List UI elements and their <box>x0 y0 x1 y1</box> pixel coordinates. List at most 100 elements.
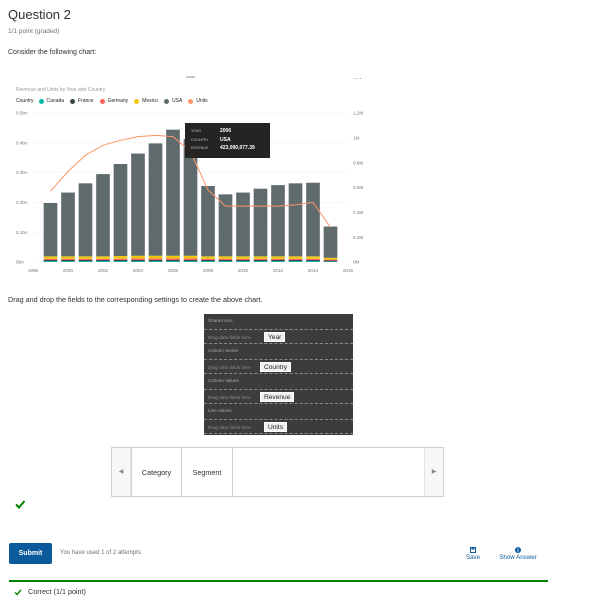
bar-segment-germany <box>96 258 110 260</box>
dropped-field-revenue[interactable]: Revenue <box>260 392 295 402</box>
legend-label: USA <box>172 98 183 104</box>
column-series-label: Column Series <box>208 348 239 353</box>
bar-segment-france <box>96 259 110 262</box>
bar-segment-mexico <box>271 256 285 259</box>
bar-segment-mexico <box>201 256 215 259</box>
show-answer-button[interactable]: Show Answer <box>493 547 543 561</box>
drop-zone-column-values[interactable]: Drag data fields here Revenue <box>204 389 353 404</box>
bar-segment-canada <box>306 261 320 262</box>
triangle-right-icon: ▶ <box>431 469 437 475</box>
dropped-field-country[interactable]: Country <box>260 362 292 372</box>
drop-zone-shared-axis[interactable]: Drag data fields here Year <box>204 329 353 344</box>
legend-item-germany[interactable]: Germany <box>99 98 129 104</box>
bar-segment-france <box>271 259 285 262</box>
drop-section-label: Column Series <box>204 344 353 359</box>
bar-segment-usa <box>43 202 58 257</box>
x-tick-label: 2010 <box>238 268 249 273</box>
x-tick-label: 2014 <box>308 268 319 273</box>
bar-segment-germany <box>183 258 198 260</box>
bar-segment-germany <box>166 258 180 260</box>
question-points: 1/1 point (graded) <box>8 28 60 35</box>
carousel-next-button[interactable]: ▶ <box>424 448 443 496</box>
bar-segment-germany <box>113 258 128 260</box>
submit-button[interactable]: Submit <box>9 543 52 564</box>
bar-segment-mexico <box>131 255 145 259</box>
checkmark-icon <box>14 588 22 596</box>
bar-segment-mexico <box>183 255 198 259</box>
bar-segment-usa <box>131 153 145 256</box>
bar-segment-germany <box>306 258 320 260</box>
bar-segment-germany <box>201 258 215 260</box>
bar-segment-france <box>288 259 303 262</box>
bar-segment-canada <box>61 261 75 262</box>
drag-handle-icon[interactable] <box>186 76 195 78</box>
bar-segment-germany <box>218 258 233 260</box>
question-title: Question 2 <box>8 7 71 22</box>
x-tick-label: 2000 <box>63 268 74 273</box>
save-icon <box>470 547 476 553</box>
drop-section-label: Line Values <box>204 404 353 419</box>
legend-item-france[interactable]: France <box>70 98 94 104</box>
bar-segment-usa <box>113 163 128 257</box>
drop-zone-line-values[interactable]: Drag data fields here Units <box>204 419 353 434</box>
y-left-tick-label: 0.1bn <box>16 230 28 235</box>
bar-segment-canada <box>113 261 128 262</box>
bar-segment-mexico <box>323 257 338 260</box>
drag-source-carousel: ◀ Category Segment ▶ <box>111 447 444 497</box>
dropped-field-units[interactable]: Units <box>264 422 288 432</box>
question-prompt: Consider the following chart: <box>8 49 97 56</box>
bar-segment-germany <box>43 258 58 260</box>
bar-segment-germany <box>148 258 163 260</box>
bar-segment-mexico <box>288 256 303 259</box>
result-status: Correct (1/1 point) <box>14 587 86 596</box>
bar-segment-mexico <box>113 256 128 259</box>
bar-segment-canada <box>78 261 93 262</box>
legend-item-mexico[interactable]: Mexico <box>134 98 158 104</box>
legend-item-usa[interactable]: USA <box>164 98 182 104</box>
drop-zone-column-series[interactable]: Drag data fields here Country <box>204 359 353 374</box>
bar-segment-mexico <box>253 256 268 259</box>
bar-segment-canada <box>43 261 58 262</box>
bar-segment-france <box>78 259 93 262</box>
legend-label: Germany <box>107 98 129 104</box>
draggable-field-category[interactable]: Category <box>131 448 182 496</box>
bar-segment-france <box>236 259 250 262</box>
chart-legend: Country Canada France Germany Mexico USA… <box>16 98 214 104</box>
drop-zone-hint: Drag data fields here <box>208 334 251 340</box>
bar-segment-canada <box>288 261 303 262</box>
y-right-tick-label: 1M <box>353 135 360 140</box>
tooltip-row-revenue: REVENUE 423,090,077.39 <box>191 145 264 154</box>
bar-segment-mexico <box>166 255 180 259</box>
bar-segment-france <box>113 259 128 262</box>
bar-segment-mexico <box>43 256 58 259</box>
draggable-field-segment[interactable]: Segment <box>182 448 233 496</box>
bar-segment-mexico <box>218 256 233 259</box>
drop-zone-hint: Drag data fields here <box>208 424 251 430</box>
bar-segment-france <box>166 259 180 262</box>
drop-section-label: Column Values <box>204 374 353 389</box>
y-left-tick-label: 0.5bn <box>16 111 28 116</box>
bar-segment-canada <box>253 261 268 262</box>
bar-segment-mexico <box>306 256 320 259</box>
y-right-tick-label: 0M <box>353 260 360 265</box>
dropped-field-year[interactable]: Year <box>264 332 286 342</box>
bar-segment-usa <box>218 194 233 257</box>
bar-segment-france <box>218 259 233 262</box>
more-options-icon[interactable]: ... <box>354 72 362 81</box>
bar-segment-canada <box>236 261 250 262</box>
bar-segment-france <box>323 260 338 262</box>
bar-segment-usa <box>61 192 75 257</box>
tooltip-row-year: YEAR 2006 <box>191 128 264 137</box>
x-tick-label: 2012 <box>273 268 284 273</box>
chart-title: Revenue and Units by Year and Country <box>16 87 106 93</box>
bar-segment-usa <box>201 186 215 257</box>
bar-segment-mexico <box>96 256 110 259</box>
bar-segment-canada <box>166 261 180 262</box>
carousel-prev-button[interactable]: ◀ <box>112 448 131 496</box>
legend-item-units[interactable]: Units <box>188 98 208 104</box>
legend-swatch <box>134 98 140 104</box>
legend-label: Canada <box>46 98 65 104</box>
column-values-label: Column Values <box>208 378 239 383</box>
save-button[interactable]: Save <box>463 547 483 561</box>
legend-item-canada[interactable]: Canada <box>38 98 65 104</box>
